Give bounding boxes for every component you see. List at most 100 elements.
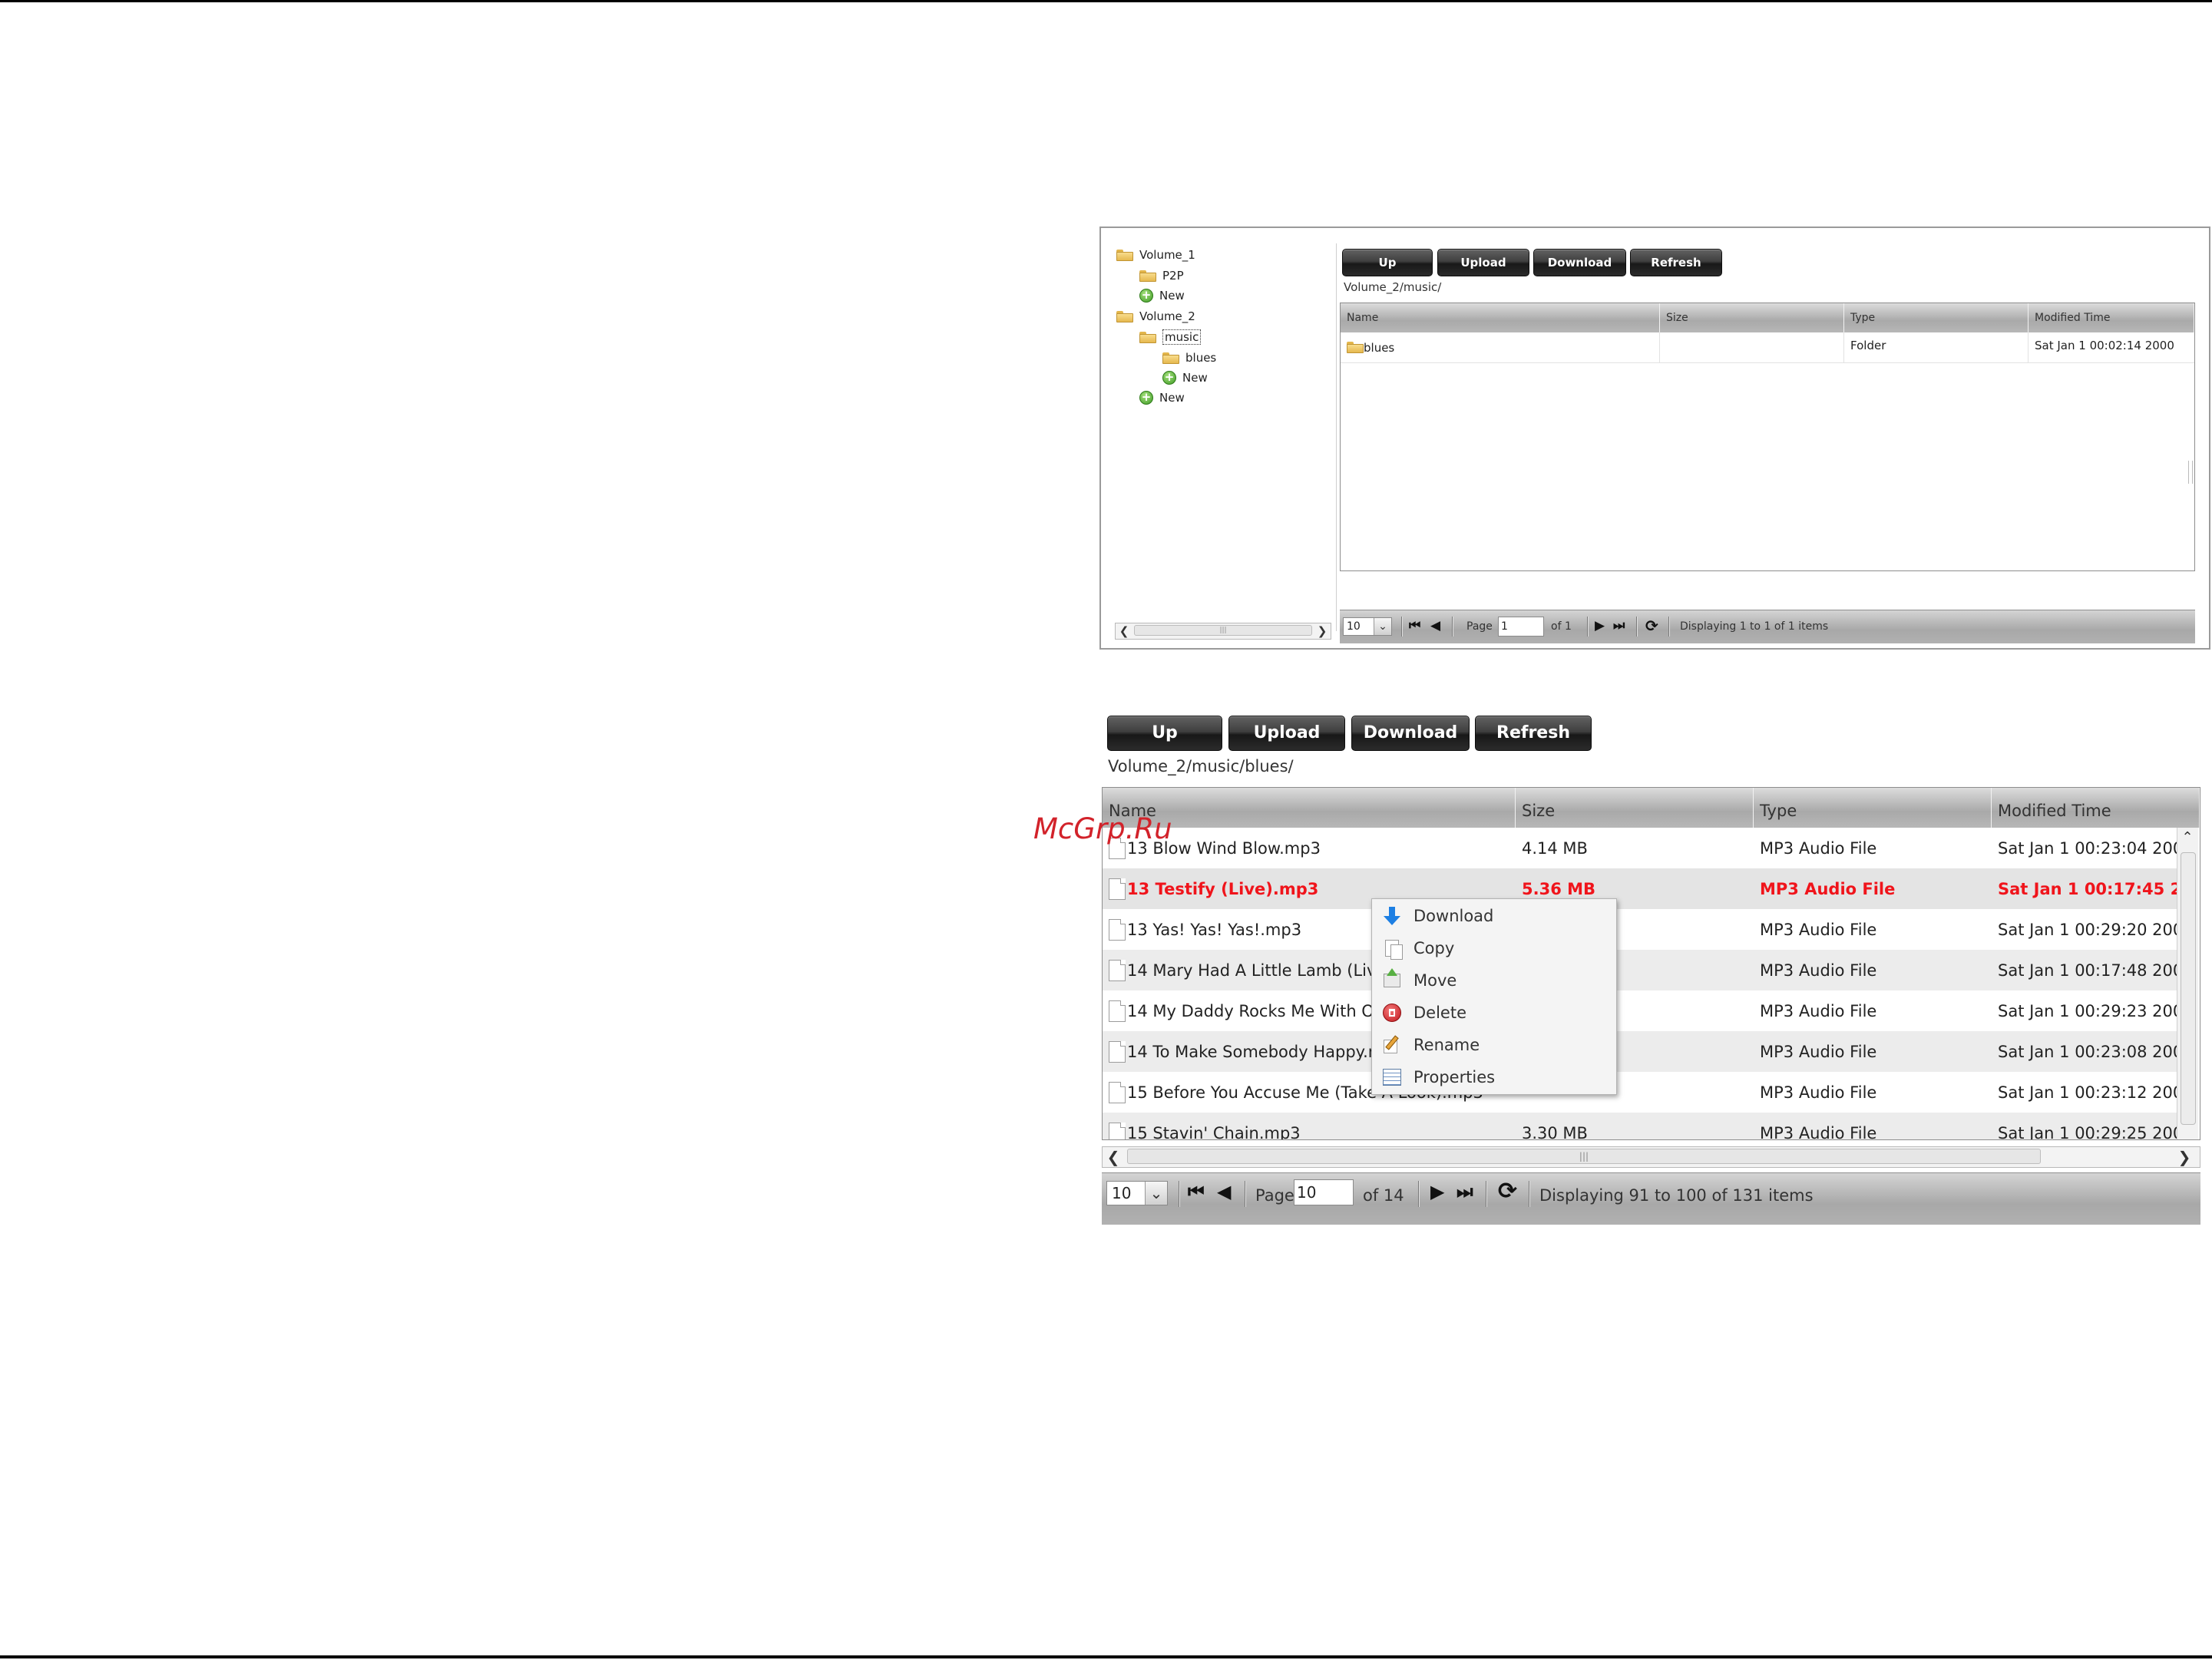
- cell-name: 14 My Daddy Rocks Me With One: [1127, 1001, 1395, 1020]
- grid-vertical-scrollbar[interactable]: ⌃ ⌄: [2177, 828, 2198, 1139]
- file-browser-screenshot-1: Volume_1 P2P + New Volume_2 music blues …: [1099, 227, 2210, 650]
- page-number-input[interactable]: 1: [1498, 617, 1544, 637]
- last-page-icon[interactable]: ⏭: [1456, 1181, 1473, 1202]
- separator: [1245, 1181, 1246, 1207]
- download-button[interactable]: Download: [1533, 249, 1626, 276]
- cell-name: 14 Mary Had A Little Lamb (Live).r: [1127, 961, 1404, 980]
- scroll-right-icon[interactable]: ❯: [2174, 1147, 2195, 1167]
- tree-item-p2p[interactable]: P2P: [1139, 266, 1184, 285]
- first-page-icon[interactable]: ⏮: [1188, 1181, 1205, 1202]
- tree-item-new[interactable]: + New: [1162, 369, 1208, 387]
- tree-horizontal-scrollbar[interactable]: ❮ ||| ❯: [1115, 623, 1331, 640]
- cell-modified: Sat Jan 1 00:23:04 2000: [1998, 838, 2177, 858]
- page-label: Page: [1466, 620, 1493, 633]
- menu-item-copy[interactable]: Copy: [1372, 933, 1616, 964]
- scroll-down-icon[interactable]: ⌄: [2177, 1130, 2197, 1139]
- folder-icon: [1116, 249, 1133, 261]
- separator: [1486, 1181, 1487, 1207]
- table-row[interactable]: 13 Yas! Yas! Yas!.mp3 MP3 Audio File Sat…: [1103, 909, 2177, 950]
- tree-item-music[interactable]: music: [1139, 328, 1202, 346]
- scroll-up-icon[interactable]: ⌃: [2177, 828, 2197, 848]
- download-arrow-icon: [1384, 907, 1400, 925]
- top-rule: [0, 0, 2212, 2]
- cell-size: 3.30 MB: [1522, 1123, 1588, 1140]
- table-row[interactable]: 15 Stavin' Chain.mp3 3.30 MB MP3 Audio F…: [1103, 1113, 2177, 1140]
- file-grid: Name Size Type Modified Time blues Folde…: [1340, 303, 2195, 571]
- file-icon: [1109, 918, 1126, 941]
- upload-button[interactable]: Upload: [1437, 249, 1529, 276]
- previous-page-icon[interactable]: ◀: [1217, 1181, 1231, 1202]
- move-icon: [1384, 968, 1400, 987]
- cell-modified: Sat Jan 1 00:29:23 2000: [1998, 1001, 2177, 1020]
- column-header-modified[interactable]: Modified Time: [1992, 788, 2200, 828]
- tree-item-blues[interactable]: blues: [1162, 349, 1216, 367]
- folder-tree: Volume_1 P2P + New Volume_2 music blues …: [1101, 228, 1336, 648]
- refresh-icon[interactable]: ⟳: [1645, 617, 1658, 635]
- displaying-text: Displaying 91 to 100 of 131 items: [1539, 1186, 1814, 1205]
- menu-item-delete[interactable]: Delete: [1372, 997, 1616, 1028]
- table-row[interactable]: 14 Mary Had A Little Lamb (Live).r MP3 A…: [1103, 950, 2177, 990]
- chevron-down-icon: ⌄: [1374, 618, 1391, 635]
- folder-icon: [1162, 352, 1179, 364]
- scroll-left-icon[interactable]: ❮: [1103, 1147, 1124, 1167]
- table-row[interactable]: blues Folder Sat Jan 1 00:02:14 2000: [1341, 332, 2194, 363]
- first-page-icon[interactable]: ⏮: [1409, 618, 1420, 633]
- next-page-icon[interactable]: ▶: [1595, 618, 1605, 633]
- add-icon: +: [1162, 371, 1176, 385]
- column-header-size[interactable]: Size: [1516, 788, 1754, 828]
- page-size-select[interactable]: 10 ⌄: [1343, 617, 1392, 636]
- column-header-size[interactable]: Size: [1660, 303, 1844, 332]
- up-button[interactable]: Up: [1107, 716, 1222, 751]
- grid-header: Name Size Type Modified Time: [1341, 303, 2194, 332]
- table-row[interactable]: 13 Blow Wind Blow.mp3 4.14 MB MP3 Audio …: [1103, 828, 2177, 868]
- column-header-modified[interactable]: Modified Time: [2028, 303, 2194, 332]
- refresh-icon[interactable]: ⟳: [1498, 1178, 1517, 1205]
- previous-page-icon[interactable]: ◀: [1430, 618, 1440, 633]
- up-button[interactable]: Up: [1342, 249, 1433, 276]
- separator: [1636, 617, 1638, 637]
- menu-item-move[interactable]: Move: [1372, 965, 1616, 996]
- menu-item-properties[interactable]: Properties: [1372, 1062, 1616, 1093]
- scroll-right-icon[interactable]: ❯: [1314, 623, 1331, 639]
- last-page-icon[interactable]: ⏭: [1613, 618, 1625, 633]
- tree-item-new[interactable]: + New: [1139, 389, 1185, 407]
- tree-item-volume-2[interactable]: Volume_2: [1116, 307, 1195, 326]
- next-page-icon[interactable]: ▶: [1430, 1181, 1444, 1202]
- table-row-selected[interactable]: 13 Testify (Live).mp3 5.36 MB MP3 Audio …: [1103, 868, 2177, 909]
- scroll-left-icon[interactable]: ❮: [1116, 623, 1132, 639]
- resize-grip[interactable]: [2188, 461, 2193, 484]
- grid-header: Name Size Type Modified Time: [1103, 788, 2200, 828]
- menu-item-download[interactable]: Download: [1372, 901, 1616, 931]
- table-row[interactable]: 15 Before You Accuse Me (Take A Look).mp…: [1103, 1072, 2177, 1113]
- column-header-name[interactable]: Name: [1341, 303, 1660, 332]
- refresh-button[interactable]: Refresh: [1630, 249, 1722, 276]
- menu-item-rename[interactable]: Rename: [1372, 1030, 1616, 1060]
- add-icon: +: [1139, 289, 1153, 303]
- displaying-text: Displaying 1 to 1 of 1 items: [1680, 620, 1829, 633]
- table-row[interactable]: 14 My Daddy Rocks Me With One MP3 Audio …: [1103, 990, 2177, 1031]
- page-number-input[interactable]: 10: [1294, 1179, 1354, 1205]
- column-header-type[interactable]: Type: [1844, 303, 2028, 332]
- page-size-select[interactable]: 10 ⌄: [1106, 1181, 1168, 1205]
- table-row[interactable]: 14 To Make Somebody Happy.mp MP3 Audio F…: [1103, 1031, 2177, 1072]
- cell-type: MP3 Audio File: [1760, 1001, 1877, 1020]
- column-header-type[interactable]: Type: [1754, 788, 1992, 828]
- refresh-button[interactable]: Refresh: [1475, 716, 1592, 751]
- folder-icon: [1139, 270, 1156, 282]
- tree-item-new[interactable]: + New: [1139, 286, 1185, 305]
- upload-button[interactable]: Upload: [1228, 716, 1345, 751]
- scrollbar-thumb[interactable]: |||: [1134, 625, 1312, 636]
- open-folder-icon: [1139, 331, 1156, 343]
- download-button[interactable]: Download: [1351, 716, 1470, 751]
- cell-type: MP3 Audio File: [1760, 961, 1877, 980]
- pagination-bar: 10 ⌄ ⏮ ◀ Page 1 of 1 ▶ ⏭ ⟳ Displaying 1 …: [1340, 610, 2195, 643]
- cell-name: 13 Testify (Live).mp3: [1127, 879, 1319, 898]
- separator: [1587, 617, 1589, 637]
- menu-item-label: Properties: [1413, 1068, 1496, 1086]
- scrollbar-thumb[interactable]: [2181, 852, 2196, 1125]
- cell-type: MP3 Audio File: [1760, 879, 1896, 898]
- grid-horizontal-scrollbar[interactable]: ❮ ||| ❯: [1102, 1146, 2200, 1168]
- scrollbar-thumb[interactable]: |||: [1127, 1149, 2041, 1164]
- menu-item-label: Rename: [1413, 1036, 1480, 1054]
- tree-item-volume-1[interactable]: Volume_1: [1116, 246, 1195, 264]
